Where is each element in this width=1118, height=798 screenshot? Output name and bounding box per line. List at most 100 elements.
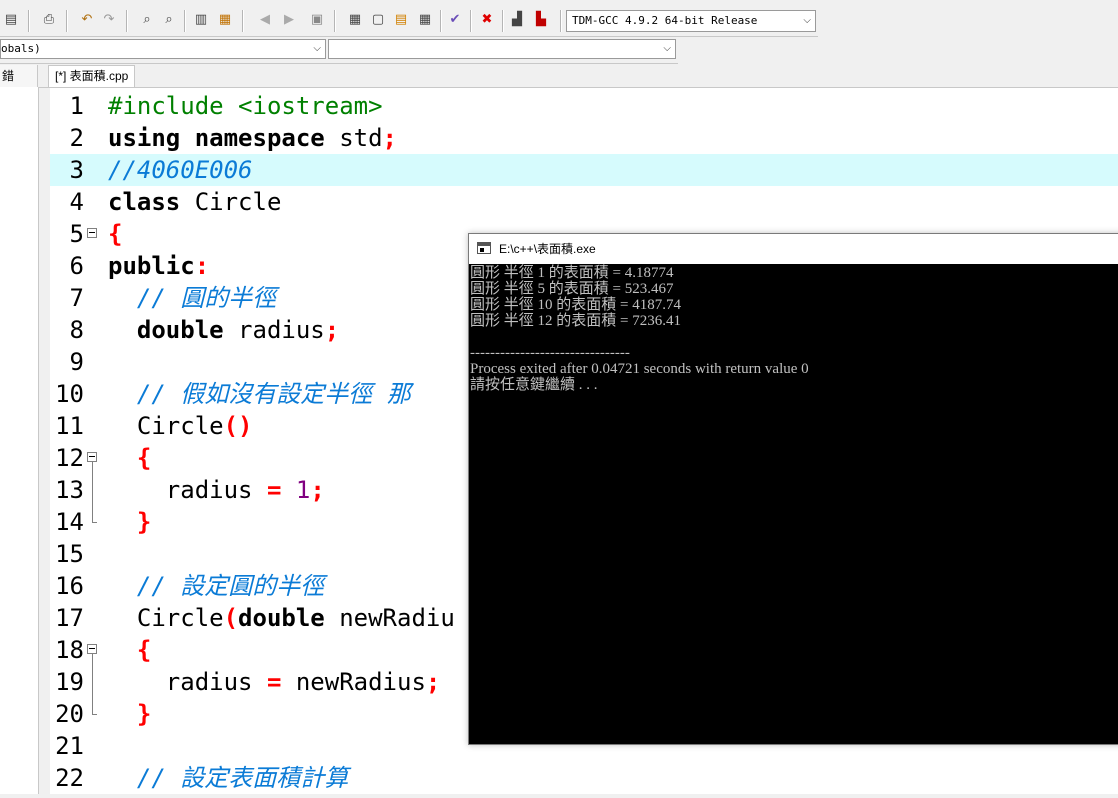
code-token: newRadiu xyxy=(324,604,455,632)
code-text: //4060E006 xyxy=(108,154,253,186)
unindent-icon[interactable]: ▦ xyxy=(216,11,234,29)
compiler-select[interactable]: TDM-GCC 4.9.2 64-bit Release ⌵ xyxy=(566,10,816,32)
line-number: 8 xyxy=(69,316,84,344)
toolbar-separator xyxy=(184,10,186,32)
bookmark-prev-icon[interactable]: ◀ xyxy=(256,11,274,29)
line-number: 20 xyxy=(55,700,84,728)
toolbar-separator xyxy=(242,10,244,32)
line-number: 14 xyxy=(55,508,84,536)
new-project-icon[interactable]: ▦ xyxy=(346,11,364,29)
code-text: { xyxy=(108,218,122,250)
line-number: 9 xyxy=(69,348,84,376)
code-token: } xyxy=(136,700,152,728)
code-token: Circle xyxy=(108,412,224,440)
undo-icon[interactable]: ↶ xyxy=(78,11,96,29)
console-output-line: 圓形 半徑 12 的表面積 = 7236.41 xyxy=(470,313,681,329)
code-token: ; xyxy=(324,316,340,344)
line-number: 18 xyxy=(55,636,84,664)
code-token: 1 xyxy=(295,476,311,504)
find-icon[interactable]: ⌕ xyxy=(138,11,156,29)
toggle-comment-icon[interactable]: ▣ xyxy=(308,11,326,29)
code-token: double xyxy=(136,316,224,344)
code-token: // 圓的半徑 xyxy=(136,284,277,312)
code-text: using namespace std; xyxy=(108,122,397,154)
line-number: 4 xyxy=(69,188,84,216)
code-token: radius xyxy=(223,316,325,344)
fold-toggle-icon[interactable] xyxy=(87,228,97,238)
scope-select[interactable]: obals) ⌵ xyxy=(0,39,326,59)
code-token: { xyxy=(108,220,123,248)
console-output-line: 圓形 半徑 10 的表面積 = 4187.74 xyxy=(470,297,681,313)
code-text: // 設定圓的半徑 xyxy=(108,570,324,602)
member-select[interactable]: ⌵ xyxy=(328,39,676,59)
code-token: std xyxy=(324,124,383,152)
code-line[interactable]: 2 using namespace std; xyxy=(50,122,1118,154)
class-browser-icon[interactable]: ▤ xyxy=(392,11,410,29)
line-number: 2 xyxy=(69,124,84,152)
toolbar-separator xyxy=(440,10,442,32)
chart-icon[interactable]: ▟ xyxy=(508,11,526,29)
chevron-down-icon: ⌵ xyxy=(803,15,811,26)
code-token: } xyxy=(136,508,152,536)
code-token: ; xyxy=(425,668,441,696)
console-app-icon xyxy=(477,242,491,254)
code-line[interactable]: 1 #include <iostream> xyxy=(50,90,1118,122)
window-icon[interactable]: ▢ xyxy=(369,11,387,29)
fold-toggle-icon[interactable] xyxy=(87,644,97,654)
code-token: () xyxy=(223,412,253,440)
console-output[interactable]: 圓形 半徑 1 的表面積 = 4.18774 圓形 半徑 5 的表面積 = 523… xyxy=(469,264,1118,744)
file-tab[interactable]: [*] 表面積.cpp xyxy=(48,65,136,87)
fold-end-marker xyxy=(92,714,97,715)
left-panel-tab[interactable]: 錯 xyxy=(0,65,38,87)
code-token: newRadius xyxy=(281,668,426,696)
code-text: #include <iostream> xyxy=(108,90,383,122)
code-line[interactable]: 22 // 設定表面積計算 xyxy=(50,762,1118,794)
code-token: // 假如沒有設定半徑 那 xyxy=(136,380,411,408)
replace-icon[interactable]: ⌕ xyxy=(160,11,178,29)
code-line[interactable]: 3 //4060E006 xyxy=(50,154,1118,186)
redo-icon[interactable]: ↷ xyxy=(100,11,118,29)
close-icon[interactable]: ✖ xyxy=(478,11,496,29)
check-syntax-icon[interactable]: ✔ xyxy=(446,11,464,29)
console-title: E:\c++\表面積.exe xyxy=(499,242,596,256)
toolbar-separator xyxy=(502,10,504,32)
code-token: = xyxy=(266,668,282,696)
editor-tab-strip xyxy=(38,65,1118,88)
toolbar-separator xyxy=(126,10,128,32)
tile-icon[interactable]: ▦ xyxy=(416,11,434,29)
save-all-icon[interactable]: ▤ xyxy=(2,11,20,29)
print-icon[interactable]: ⎙ xyxy=(40,11,58,29)
console-window[interactable]: E:\c++\表面積.exe 圓形 半徑 1 的表面積 = 4.18774 圓形 … xyxy=(468,233,1118,745)
indent-icon[interactable]: ▥ xyxy=(192,11,210,29)
code-text: radius = newRadius; xyxy=(108,666,441,698)
code-token: // 設定表面積計算 xyxy=(136,764,349,792)
code-text: // 假如沒有設定半徑 那 xyxy=(108,378,411,410)
line-number: 16 xyxy=(55,572,84,600)
fold-toggle-icon[interactable] xyxy=(87,452,97,462)
code-text: public: xyxy=(108,250,209,282)
chevron-down-icon: ⌵ xyxy=(663,43,671,54)
line-number: 19 xyxy=(55,668,84,696)
compiler-select-value: TDM-GCC 4.9.2 64-bit Release xyxy=(572,14,758,27)
code-line[interactable]: 4 class Circle xyxy=(50,186,1118,218)
code-token: radius xyxy=(108,476,267,504)
code-token: { xyxy=(136,636,152,664)
console-output-line: 圓形 半徑 5 的表面積 = 523.467 xyxy=(470,281,674,297)
line-number: 3 xyxy=(69,156,84,184)
code-text: // 設定表面積計算 xyxy=(108,762,348,794)
code-token: { xyxy=(136,444,152,472)
code-token: // 設定圓的半徑 xyxy=(136,572,325,600)
console-title-bar[interactable]: E:\c++\表面積.exe xyxy=(469,234,1118,264)
line-number: 21 xyxy=(55,732,84,760)
code-text: } xyxy=(108,506,151,538)
console-output-line: 請按任意鍵繼續 . . . xyxy=(470,377,598,393)
toolbar-separator xyxy=(560,10,562,32)
toolbar-separator xyxy=(66,10,68,32)
delete-chart-icon[interactable]: ▙ xyxy=(532,11,550,29)
bookmark-next-icon[interactable]: ▶ xyxy=(280,11,298,29)
